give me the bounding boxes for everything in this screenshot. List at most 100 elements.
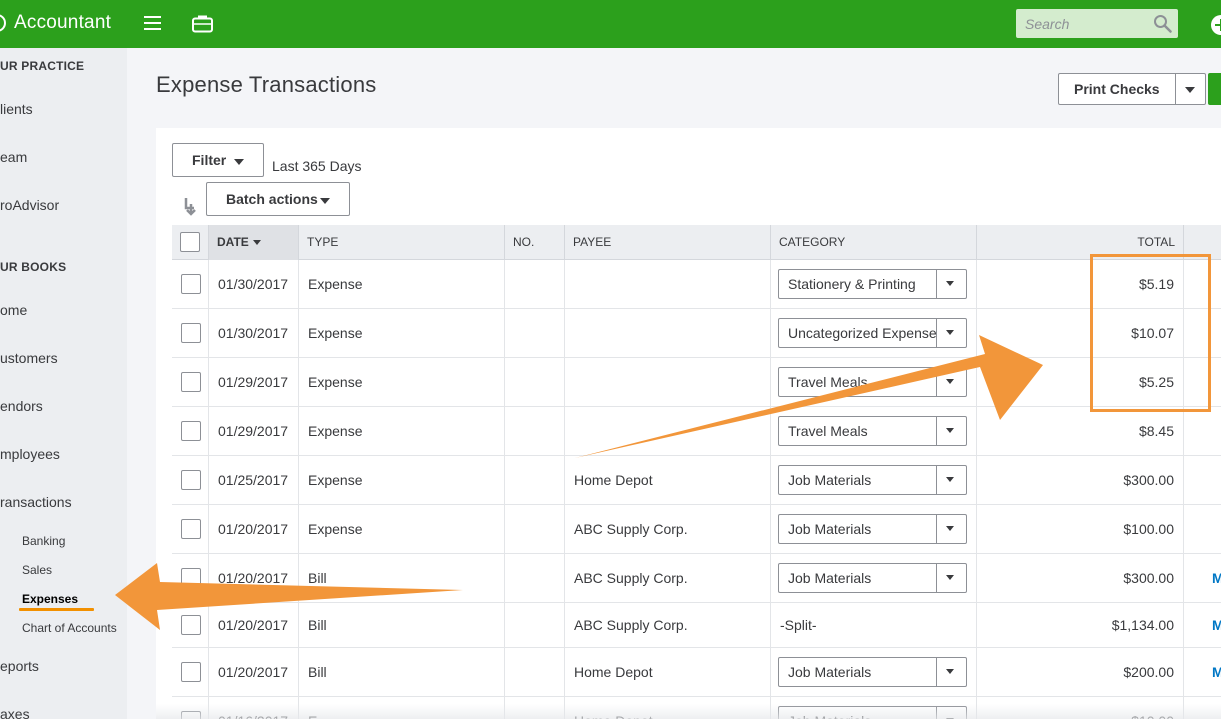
table-row[interactable]: 01/20/2017 Bill ABC Supply Corp. -Split- $1,…	[172, 603, 1221, 648]
row-checkbox[interactable]	[181, 519, 201, 539]
row-select-cell	[172, 648, 209, 696]
row-checkbox[interactable]	[181, 421, 201, 441]
row-checkbox[interactable]	[181, 568, 201, 588]
column-header-date[interactable]: DATE	[209, 225, 299, 260]
sidebar-subitem-banking[interactable]: Banking	[22, 534, 65, 548]
chevron-down-icon	[1184, 87, 1195, 93]
category-select[interactable]: Job Materials	[778, 563, 967, 593]
category-value: Job Materials	[788, 472, 872, 488]
action-link	[1184, 407, 1221, 455]
table-row[interactable]: 01/30/2017 Expense Uncategorized Expense $1…	[172, 309, 1221, 358]
sidebar-item-home[interactable]: ome	[0, 302, 27, 318]
select-all-checkbox[interactable]	[180, 232, 200, 252]
category-select[interactable]: Uncategorized Expense	[778, 318, 967, 348]
batch-actions-label: Batch actions	[226, 191, 318, 207]
table-row[interactable]: 01/20/2017 Bill ABC Supply Corp. Job Materi…	[172, 554, 1221, 603]
chevron-down-icon[interactable]	[936, 319, 966, 347]
action-link[interactable]: M	[1184, 603, 1221, 647]
chevron-down-icon[interactable]	[936, 368, 966, 396]
chevron-down-icon[interactable]	[936, 417, 966, 445]
action-link[interactable]: M	[1184, 554, 1221, 602]
row-select-cell	[172, 603, 209, 647]
print-checks-dropdown[interactable]	[1175, 73, 1206, 105]
row-checkbox[interactable]	[181, 274, 201, 294]
category-select[interactable]: Travel Meals	[778, 416, 967, 446]
create-plus-icon[interactable]	[1211, 15, 1221, 35]
sidebar-heading-books: UR BOOKS	[0, 260, 67, 274]
table-row[interactable]: 01/20/2017 Bill Home Depot Job Materials $20…	[172, 648, 1221, 697]
select-all-cell	[172, 225, 209, 260]
table-row[interactable]: 01/29/2017 Expense Travel Meals $5.25	[172, 358, 1221, 407]
chevron-down-icon[interactable]	[936, 466, 966, 494]
row-checkbox[interactable]	[181, 323, 201, 343]
row-checkbox[interactable]	[181, 615, 201, 635]
filter-button[interactable]: Filter	[172, 143, 264, 177]
table-row[interactable]: 01/25/2017 Expense Home Depot Job Materials…	[172, 456, 1221, 505]
search-input[interactable]	[1016, 9, 1146, 38]
sidebar-item-proadvisor[interactable]: roAdvisor	[0, 197, 59, 213]
row-checkbox[interactable]	[181, 662, 201, 682]
payee-cell: ABC Supply Corp.	[565, 505, 771, 553]
payee-cell	[565, 407, 771, 455]
sidebar-item-customers[interactable]: ustomers	[0, 350, 58, 366]
date-cell: 01/29/2017	[209, 358, 299, 406]
sidebar-item-transactions[interactable]: ransactions	[0, 494, 72, 510]
sidebar-item-team[interactable]: eam	[0, 149, 27, 165]
row-select-cell	[172, 309, 209, 357]
category-select[interactable]: Stationery & Printing	[778, 269, 967, 299]
chevron-down-icon[interactable]	[936, 270, 966, 298]
menu-icon[interactable]	[144, 16, 161, 30]
row-checkbox[interactable]	[181, 372, 201, 392]
category-cell: Job Materials	[771, 505, 977, 553]
new-transaction-button[interactable]	[1208, 73, 1221, 105]
column-header-type[interactable]: TYPE	[299, 225, 505, 260]
table-row[interactable]: 01/20/2017 Expense ABC Supply Corp. Job Mat…	[172, 505, 1221, 554]
payee-cell	[565, 309, 771, 357]
row-checkbox[interactable]	[181, 470, 201, 490]
chevron-down-icon[interactable]	[936, 515, 966, 543]
sidebar-subitem-expenses[interactable]: Expenses	[22, 592, 78, 606]
total-cell: $8.45	[977, 407, 1184, 455]
batch-actions-button[interactable]: Batch actions	[206, 182, 350, 216]
category-value: Stationery & Printing	[788, 276, 916, 292]
sidebar-item-vendors[interactable]: endors	[0, 398, 43, 414]
print-checks-button[interactable]: Print Checks	[1058, 73, 1176, 105]
table-row[interactable]: 01/29/2017 Expense Travel Meals $8.45	[172, 407, 1221, 456]
type-cell: Expense	[299, 260, 505, 308]
column-header-no[interactable]: NO.	[505, 225, 565, 260]
category-cell: Travel Meals	[771, 358, 977, 406]
payee-cell	[565, 358, 771, 406]
search-box	[1016, 9, 1178, 38]
category-select[interactable]: Job Materials	[778, 657, 967, 687]
search-icon[interactable]	[1153, 14, 1172, 33]
category-select[interactable]: Job Materials	[778, 465, 967, 495]
column-header-category[interactable]: CATEGORY	[771, 225, 977, 260]
category-cell: Job Materials	[771, 456, 977, 504]
total-cell: $300.00	[977, 456, 1184, 504]
sidebar-subitem-sales[interactable]: Sales	[22, 563, 52, 577]
category-value: Job Materials	[788, 521, 872, 537]
sidebar-item-reports[interactable]: eports	[0, 658, 39, 674]
chevron-down-icon[interactable]	[936, 658, 966, 686]
total-cell: $100.00	[977, 505, 1184, 553]
sidebar-item-clients[interactable]: lients	[0, 101, 33, 117]
row-select-cell	[172, 358, 209, 406]
row-select-cell	[172, 554, 209, 602]
briefcase-icon[interactable]	[192, 14, 213, 38]
sidebar-item-employees[interactable]: mployees	[0, 446, 60, 462]
row-select-cell	[172, 407, 209, 455]
action-link[interactable]: M	[1184, 648, 1221, 696]
brand-title: Accountant	[14, 12, 112, 33]
table-row[interactable]: 01/30/2017 Expense Stationery & Printing $5…	[172, 260, 1221, 309]
type-cell: Bill	[299, 603, 505, 647]
date-cell: 01/30/2017	[209, 260, 299, 308]
category-select[interactable]: Job Materials	[778, 514, 967, 544]
chevron-down-icon[interactable]	[936, 564, 966, 592]
sidebar-item-taxes[interactable]: axes	[0, 706, 30, 719]
number-cell	[505, 407, 565, 455]
number-cell	[505, 260, 565, 308]
sidebar-subitem-chart-of-accounts[interactable]: Chart of Accounts	[22, 621, 117, 635]
category-select[interactable]: Travel Meals	[778, 367, 967, 397]
date-cell: 01/30/2017	[209, 309, 299, 357]
column-header-payee[interactable]: PAYEE	[565, 225, 771, 260]
